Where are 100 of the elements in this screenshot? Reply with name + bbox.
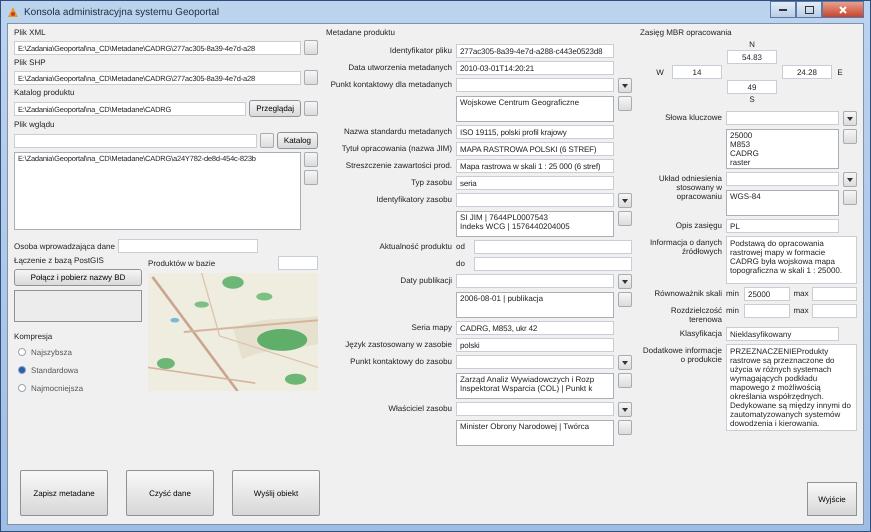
list-box[interactable]: 2006-08-01 | publikacja xyxy=(456,292,614,318)
close-button[interactable] xyxy=(822,1,864,18)
caret-icon xyxy=(622,408,628,412)
caret-icon xyxy=(622,198,628,202)
field-prefix: min xyxy=(726,305,740,317)
field-label: Klasyfikacja xyxy=(678,328,722,338)
text-field[interactable]: 2010-03-01T14:20:21 xyxy=(456,61,614,75)
dropdown-field[interactable] xyxy=(456,355,614,369)
app-icon xyxy=(7,6,19,18)
dropdown-field[interactable] xyxy=(726,172,839,186)
field-label: Tytuł opracowania (nazwa JIM) xyxy=(340,143,452,155)
text-field[interactable]: PL xyxy=(726,219,839,233)
text-field[interactable]: Mapa rastrowa w skali 1 : 25 000 (6 stref) xyxy=(456,159,614,173)
field-label: Równoważnik skali xyxy=(653,288,722,298)
compass-label: E xyxy=(837,68,843,76)
text-area[interactable]: Podstawą do opracowania rastrowej mapy w formacie CADRG była wojskowa mapa topograficzna w skali 1 : 25000. xyxy=(726,236,857,284)
text-field[interactable] xyxy=(14,134,257,148)
text-field[interactable] xyxy=(744,304,790,318)
small-button[interactable] xyxy=(618,355,632,370)
minimize-button[interactable] xyxy=(770,1,796,18)
text-field[interactable]: 14 xyxy=(672,65,722,79)
section-title: Metadane produktu xyxy=(326,28,396,37)
dropdown-field[interactable] xyxy=(456,78,614,92)
caret-icon xyxy=(847,116,853,120)
text-field[interactable]: CADRG, M853, ukr 42 xyxy=(456,321,614,335)
radio-label[interactable]: Standardowa xyxy=(31,366,78,374)
text-field[interactable]: 24.28 xyxy=(782,65,832,79)
catalog-button[interactable]: Katalog xyxy=(276,132,318,149)
dropdown-field[interactable] xyxy=(456,402,614,416)
text-field[interactable]: ISO 19115, polski profil krajowy xyxy=(456,125,614,139)
text-field[interactable]: 25000 xyxy=(744,287,790,301)
caret-icon xyxy=(622,360,628,364)
exit-button[interactable]: Wyjście xyxy=(807,482,857,516)
list-box[interactable]: SI JIM | 7644PL0007543 Indeks WCG | 1576440204005 xyxy=(456,211,614,237)
field-label: Plik wglądu xyxy=(14,120,56,129)
list-box[interactable]: WGS-84 xyxy=(726,190,839,216)
small-button[interactable] xyxy=(618,193,632,208)
field-label: Identyfikator pliku xyxy=(388,45,452,57)
group-label: Kompresja xyxy=(14,332,54,341)
field-label: Osoba wprowadzająca dane xyxy=(14,242,115,250)
dropdown-field[interactable] xyxy=(726,111,839,125)
small-button[interactable] xyxy=(618,402,632,417)
field-prefix: max xyxy=(794,288,808,300)
field-label: Plik XML xyxy=(14,28,47,37)
maximize-button[interactable] xyxy=(796,1,822,18)
text-field[interactable] xyxy=(474,257,632,271)
field-label: Identyfikatory zasobu xyxy=(375,194,452,206)
radio-label[interactable]: Najszybsza xyxy=(31,348,72,356)
dropdown-field[interactable] xyxy=(456,193,614,207)
field-label: Łączenie z bazą PostGIS xyxy=(14,256,105,265)
compass-label: W xyxy=(656,68,664,76)
browse-button[interactable]: Przeglądaj xyxy=(249,100,301,117)
maximize-icon xyxy=(804,6,814,14)
text-field[interactable] xyxy=(474,240,632,254)
text-field[interactable]: 277ac305-8a39-4e7d-a288-c443e0523d8 xyxy=(456,44,614,58)
field-label: Katalog produktu xyxy=(14,88,76,97)
minimize-icon xyxy=(779,8,787,11)
list-box[interactable]: Wojskowe Centrum Geograficzne xyxy=(456,96,614,122)
dropdown-field[interactable] xyxy=(456,274,614,288)
list-box[interactable]: 25000 M853 CADRG raster xyxy=(726,129,839,169)
text-area[interactable]: PRZEZNACZENIEProdukty rastrowe są przeznaczone do użycia w różnych systemach wymagających podkładu mapowego z możliwością określania współrzędnych. Dedykowane są między innymi do zautomatyzowanych systemów dowodzenia i kierowania. xyxy=(726,344,857,431)
text-field[interactable] xyxy=(118,239,258,253)
radio-button[interactable] xyxy=(18,384,26,392)
action-button[interactable]: Wyślij obiekt xyxy=(232,470,320,516)
field-prefix: od xyxy=(456,241,466,253)
text-field[interactable] xyxy=(812,287,857,301)
text-field[interactable]: 54.83 xyxy=(727,50,777,64)
small-button[interactable] xyxy=(618,78,632,93)
small-button[interactable] xyxy=(618,274,632,289)
field-label: Informacja o danych źródłowych xyxy=(648,237,722,256)
small-button[interactable] xyxy=(843,111,857,126)
field-label: Układ odniesienia stosowany w opracowaniu xyxy=(658,173,722,201)
section-title: Zasięg MBR opracowania xyxy=(640,28,733,37)
field-prefix: do xyxy=(456,258,466,270)
field-label: Data utworzenia metadanych xyxy=(347,62,452,74)
action-button[interactable]: Czyść dane xyxy=(126,470,214,516)
radio-button[interactable] xyxy=(18,348,26,356)
text-field[interactable]: seria xyxy=(456,176,614,190)
field-label: Daty publikacji xyxy=(399,275,452,287)
text-field[interactable]: polski xyxy=(456,338,614,352)
field-label: Opis zasięgu xyxy=(674,220,722,230)
connect-button[interactable]: Połącz i pobierz nazwy BD xyxy=(14,269,142,286)
text-field[interactable]: MAPA RASTROWA POLSKI (6 STREF) xyxy=(456,142,614,156)
field-label: Typ zasobu xyxy=(410,177,452,189)
field-prefix: max xyxy=(794,305,808,317)
list-box[interactable]: Minister Obrony Narodowej | Twórca xyxy=(456,420,614,446)
field-prefix: min xyxy=(726,288,740,300)
caret-icon xyxy=(847,178,853,182)
action-button[interactable]: Zapisz metadane xyxy=(20,470,108,516)
small-button[interactable] xyxy=(843,172,857,187)
radio-button[interactable] xyxy=(18,366,26,374)
text-field[interactable] xyxy=(812,304,857,318)
text-field[interactable]: 49 xyxy=(727,80,777,94)
list-box[interactable]: Zarząd Analiz Wywiadowczych i Rozp Inspektorat Wsparcia (COL) | Punkt k xyxy=(456,373,614,399)
radio-label[interactable]: Najmocniejsza xyxy=(31,384,84,392)
text-field[interactable] xyxy=(278,256,318,270)
field-label: Plik SHP xyxy=(14,58,47,67)
field-label: Nazwa standardu metadanych xyxy=(342,126,452,138)
field-label: Punkt kontaktowy dla metadanych xyxy=(330,79,452,91)
text-field[interactable]: Nieklasyfikowany xyxy=(726,327,839,341)
